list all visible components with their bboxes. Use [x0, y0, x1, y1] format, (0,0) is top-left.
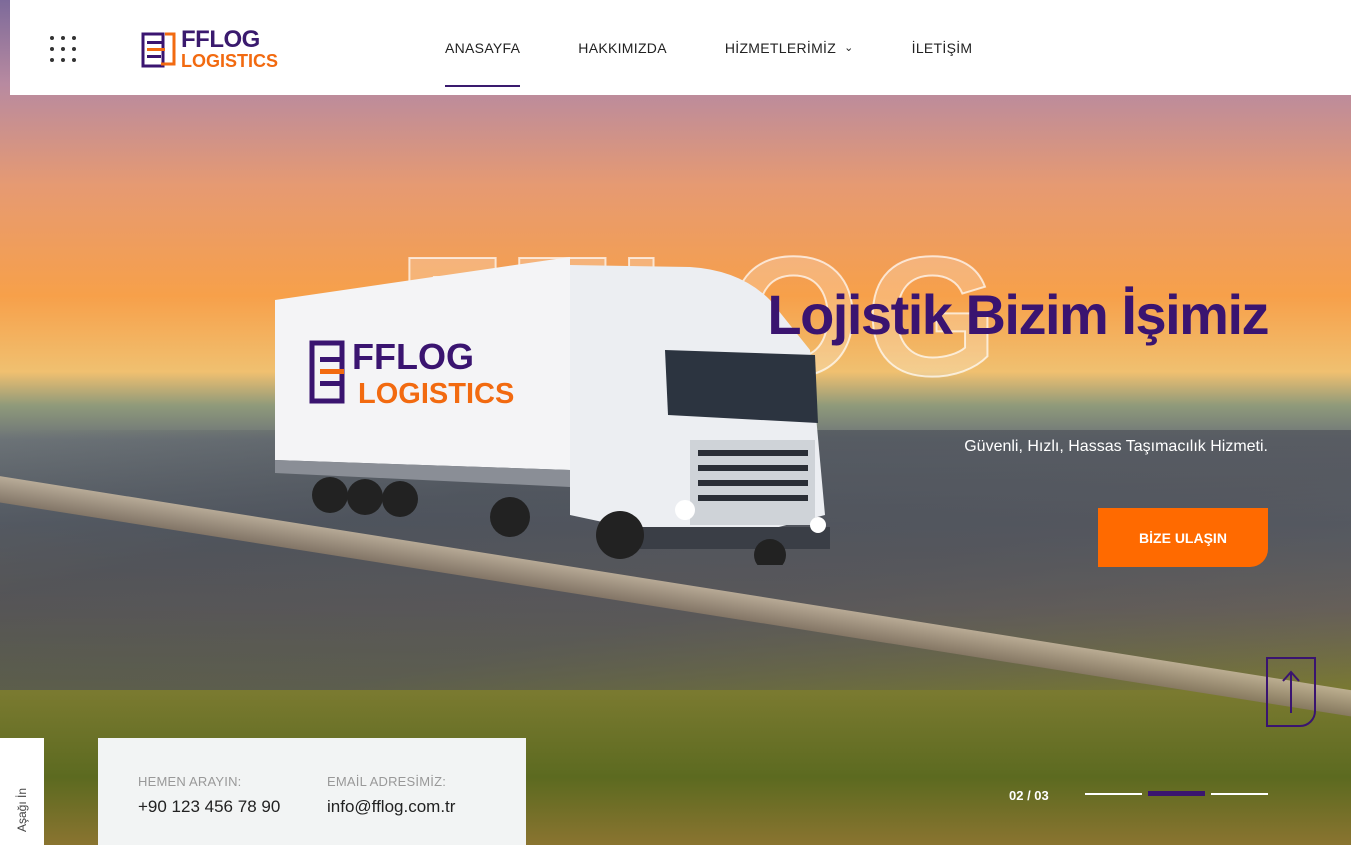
scroll-down-label: Aşağı İn: [15, 787, 29, 833]
nav-anasayfa[interactable]: ANASAYFA: [445, 0, 521, 95]
scroll-top-button[interactable]: [1266, 657, 1316, 727]
chevron-down-icon: ⌄: [844, 42, 854, 54]
logo-text-top: FFLOG: [181, 26, 260, 53]
hero-title: Lojistik Bizim İşimiz: [767, 283, 1269, 346]
truck-logo-top: FFLOG: [352, 336, 474, 377]
nav-hizmetlerimiz-label: HİZMETLERİMİZ: [724, 39, 837, 56]
nav-hakkimizda[interactable]: HAKKIMIZDA: [578, 0, 667, 95]
main-nav: ANASAYFA HAKKIMIZDA HİZMETLERİMİZ ⌄ İLETİ…: [445, 0, 1030, 95]
phone-number[interactable]: +90 123 456 78 90: [138, 797, 280, 817]
site-header: FFLOG LOGISTICS ANASAYFA HAKKIMIZDA HİZME…: [10, 0, 1351, 95]
slide-counter: 02 / 03: [1009, 788, 1049, 803]
contact-box: HEMEN ARAYIN: +90 123 456 78 90 EMAİL AD…: [98, 738, 526, 845]
menu-grid-icon[interactable]: [50, 36, 76, 62]
email-label: EMAİL ADRESİMİZ:: [327, 774, 447, 789]
phone-label: HEMEN ARAYIN:: [138, 774, 242, 789]
truck-image: FFLOG LOGISTICS: [275, 257, 830, 565]
arrow-up-icon: [1282, 670, 1300, 713]
email-block: EMAİL ADRESİMİZ: info@fflog.com.tr: [327, 774, 455, 817]
truck-logo-bottom: LOGISTICS: [358, 378, 514, 410]
slider-pagination: [1085, 791, 1268, 796]
hero-subtitle: Güvenli, Hızlı, Hassas Taşımacılık Hizme…: [964, 438, 1268, 455]
site-logo[interactable]: FFLOG LOGISTICS: [141, 28, 278, 70]
slide-indicator-2[interactable]: [1148, 791, 1205, 796]
phone-block: HEMEN ARAYIN: +90 123 456 78 90: [138, 774, 280, 817]
slide-indicator-3[interactable]: [1211, 792, 1268, 795]
nav-hizmetlerimiz[interactable]: HİZMETLERİMİZ ⌄: [725, 0, 854, 95]
logo-icon: [141, 32, 176, 68]
email-address[interactable]: info@fflog.com.tr: [327, 797, 455, 817]
logo-text-bottom: LOGISTICS: [181, 51, 279, 71]
slide-indicator-1[interactable]: [1085, 792, 1142, 795]
nav-iletisim[interactable]: İLETİŞİM: [912, 0, 973, 95]
contact-us-button[interactable]: BİZE ULAŞIN: [1098, 508, 1268, 567]
scroll-down-button[interactable]: Aşağı İn: [0, 738, 44, 845]
